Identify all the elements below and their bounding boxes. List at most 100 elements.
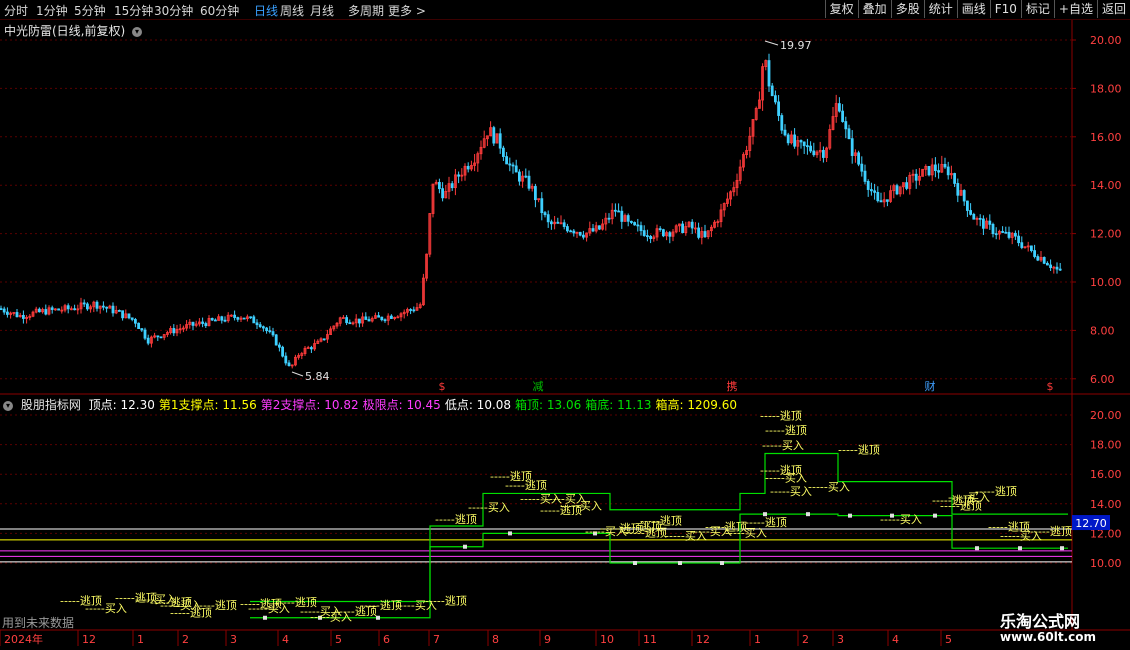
candle-body (562, 222, 566, 227)
x-tick-label: 3 (837, 633, 844, 646)
candle-body (0, 308, 3, 311)
candle-body (844, 121, 848, 130)
candle-body (1030, 245, 1033, 251)
candle-body (86, 303, 89, 310)
candle-body (1049, 264, 1052, 268)
candle-body (38, 308, 41, 313)
candle-body (649, 235, 652, 239)
candle-body (569, 230, 572, 233)
sell-signal: -----逃顶 (640, 515, 682, 528)
candle-body (572, 230, 576, 234)
candle-body (582, 234, 585, 238)
y-tick-label: 14.00 (1090, 179, 1122, 192)
indicator-value: 箱顶: 13.06 (515, 398, 582, 412)
candle-body (946, 166, 950, 176)
candle-body (21, 315, 25, 319)
candle-body (777, 101, 780, 116)
candle-body (646, 235, 649, 238)
box-dot (806, 512, 810, 517)
candle-body (389, 315, 393, 319)
candle-body (870, 189, 873, 192)
candle-body (1001, 231, 1004, 233)
sell-signal: -----逃顶 (975, 485, 1017, 498)
candle-body (626, 215, 630, 222)
buy-signal: -----买入 (310, 611, 352, 624)
candle-body (956, 183, 960, 196)
candle-body (505, 156, 509, 165)
candle-body (857, 152, 860, 165)
candle-body (57, 308, 60, 311)
candle-body (895, 185, 899, 195)
candle-body (498, 133, 502, 149)
candle-body (118, 310, 121, 312)
candle-body (223, 319, 227, 322)
x-tick-label: 3 (230, 633, 237, 646)
candle-body (886, 199, 889, 202)
price-chart[interactable]: 20.00 18.00 16.00 14.00 12.00 10.00 8.00 6.00 20… (0, 0, 1130, 650)
candle-body (988, 220, 992, 225)
candle-body (962, 190, 966, 202)
candle-body (703, 231, 707, 238)
candle-body (364, 316, 368, 320)
candle-body (191, 321, 195, 326)
candle-body (838, 103, 841, 112)
buy-signal: -----买入 (765, 472, 807, 485)
sell-signal: -----逃顶 (425, 594, 467, 607)
indicator-header: ▾ 股朋指标网 顶点: 12.30 第1支撑点: 11.56 第2支撑点: 10.8… (0, 396, 745, 413)
candle-body (690, 221, 694, 229)
x-tick-label: 12 (696, 633, 710, 646)
sell-signal: -----逃顶 (435, 513, 477, 526)
candle-body (412, 309, 416, 312)
candle-body (556, 221, 560, 224)
x-tick-label: 6 (383, 633, 390, 646)
candle-body (511, 164, 515, 167)
candle-body (658, 228, 662, 231)
candle-body (681, 223, 684, 233)
candle-body (102, 305, 105, 308)
x-tick-label: 2024年 (4, 632, 43, 646)
candle-body (806, 145, 809, 148)
candle-body (905, 182, 908, 189)
candle-body (966, 200, 969, 211)
candle-body (614, 209, 617, 212)
y-tick-label: 16.00 (1090, 468, 1122, 481)
candle-body (978, 217, 982, 220)
candle-body (322, 338, 326, 341)
candle-body (492, 127, 496, 144)
candle-body (633, 222, 636, 226)
candle-body (156, 335, 160, 338)
collapse-icon[interactable]: ▾ (3, 400, 13, 411)
event-marker: 财 (925, 379, 936, 393)
candle-body (1055, 266, 1059, 270)
sell-signal: -----逃顶 (765, 424, 807, 437)
candle-body (111, 305, 115, 314)
candle-body (662, 229, 665, 237)
candle-body (437, 181, 441, 190)
indicator-value: 第1支撑点: 11.56 (158, 398, 257, 412)
candle-body (607, 217, 611, 220)
event-marker: 携 (727, 379, 738, 393)
buy-signal: -----买入 (560, 500, 602, 513)
box-dot (1018, 546, 1022, 551)
y-tick-label: 14.00 (1090, 498, 1122, 511)
candle-body (1036, 256, 1040, 261)
candle-body (1058, 268, 1062, 271)
x-tick-label: 4 (282, 633, 289, 646)
candle-body (518, 171, 521, 182)
candle-body (73, 308, 76, 311)
candle-body (127, 313, 131, 319)
candle-body (15, 312, 19, 318)
candle-body (457, 174, 461, 177)
candle-body (937, 170, 940, 173)
x-tick-label: 4 (892, 633, 899, 646)
candle-body (1007, 231, 1011, 238)
low-label: 5.84 (305, 370, 330, 383)
y-tick-label: 10.00 (1090, 557, 1122, 570)
box-dot (933, 513, 937, 518)
candle-body (284, 355, 288, 364)
sell-signal: -----逃顶 (625, 526, 667, 539)
candle-body (137, 322, 141, 329)
candle-body (876, 191, 880, 202)
candle-body (991, 223, 995, 235)
candle-body (383, 319, 387, 322)
